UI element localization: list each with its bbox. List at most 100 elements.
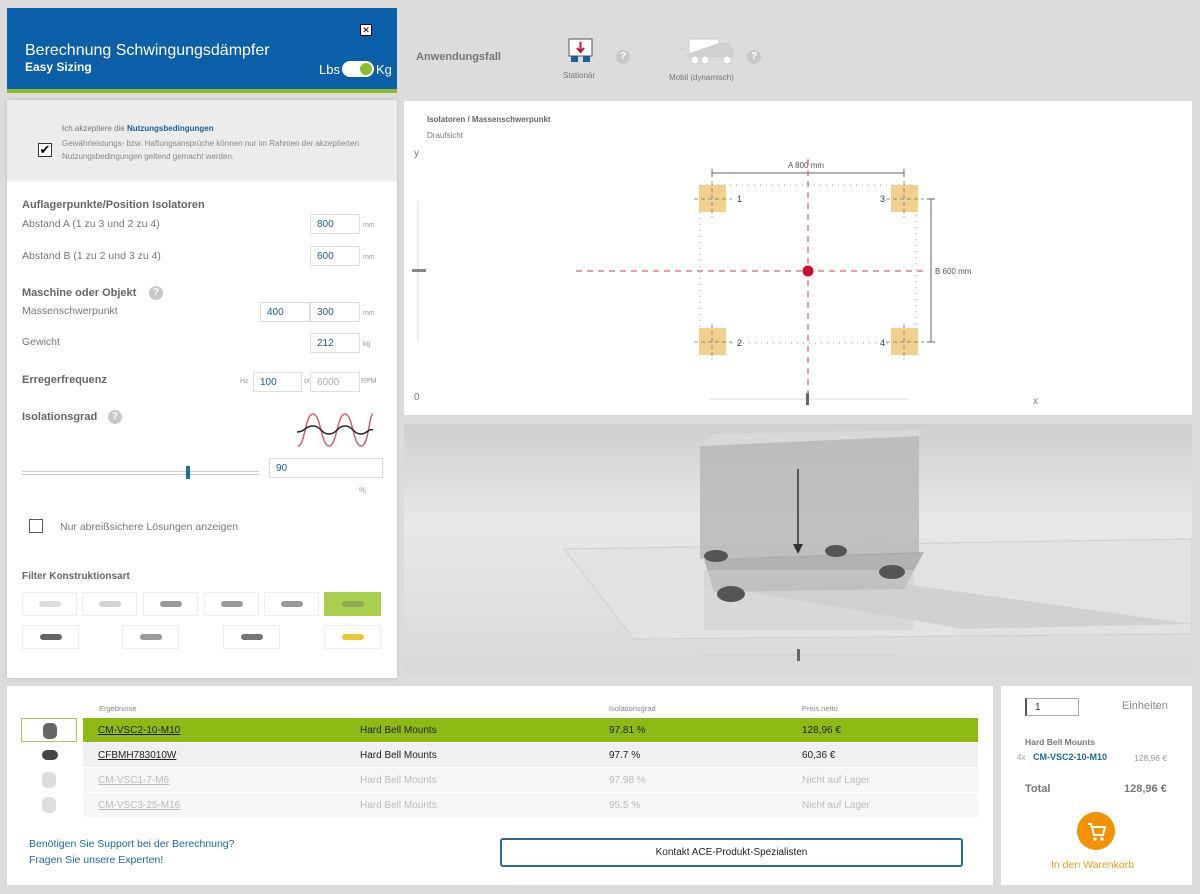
- quantity-input[interactable]: 1: [1025, 698, 1079, 716]
- help-icon[interactable]: ?: [149, 286, 163, 300]
- isolator-2[interactable]: [699, 328, 726, 355]
- filter-type-2[interactable]: [82, 592, 137, 616]
- distance-b-input[interactable]: 600: [310, 246, 360, 266]
- mobile-truck-icon[interactable]: [677, 37, 737, 65]
- result-row[interactable]: CM-VSC1-7-M6 Hard Bell Mounts 97.98 % Ni…: [83, 768, 978, 792]
- support-title: Auflagerpunkte/Position Isolatoren: [22, 199, 205, 211]
- center-of-gravity-marker[interactable]: [802, 265, 814, 277]
- product-type: Hard Bell Mounts: [360, 750, 437, 761]
- isolator-1[interactable]: [699, 185, 726, 212]
- filter-title: Filter Konstruktionsart: [22, 571, 130, 582]
- stationary-label[interactable]: Stationär: [563, 71, 595, 80]
- add-to-cart-label[interactable]: In den Warenkorb: [1051, 859, 1134, 871]
- product-thumbnail[interactable]: [21, 743, 77, 767]
- unit-lbs-label: Lbs: [319, 62, 340, 77]
- units-label: Einheiten: [1122, 700, 1168, 712]
- cart-group: Hard Bell Mounts: [1025, 737, 1095, 747]
- cg-x-input[interactable]: 400: [260, 302, 310, 322]
- results-panel: Ergebnisse Isolationsgrad Preis netto CM…: [7, 686, 993, 885]
- weight-input[interactable]: 212: [310, 333, 360, 353]
- terms-checkbox[interactable]: ✔: [38, 143, 52, 157]
- terms-section: ✔ Ich akzeptiere die Nutzungsbedingungen…: [7, 100, 397, 181]
- rpm-input[interactable]: 6000: [310, 372, 360, 392]
- product-code-link[interactable]: CFBMH783010W: [98, 750, 176, 761]
- contact-specialist-button[interactable]: Kontakt ACE-Produkt-Spezialisten: [500, 838, 963, 867]
- mobile-label[interactable]: Mobil (dynamisch): [669, 73, 734, 82]
- help-icon[interactable]: ?: [747, 50, 761, 64]
- terms-text: Ich akzeptiere die: [62, 124, 127, 133]
- result-row[interactable]: CFBMH783010W Hard Bell Mounts 97.7 % 60,…: [83, 743, 978, 767]
- application-title: Anwendungsfall: [416, 51, 501, 63]
- filter-type-10[interactable]: [324, 625, 381, 649]
- rpm-label: RPM: [361, 378, 377, 385]
- diagram-canvas: [412, 159, 935, 405]
- price-value: 128,96 €: [802, 725, 841, 736]
- cart-item-price: 128,96 €: [1134, 753, 1168, 763]
- product-thumbnail[interactable]: [21, 718, 77, 742]
- result-row[interactable]: CM-VSC3-25-M16 Hard Bell Mounts 95.5 % N…: [83, 793, 978, 817]
- unit-label: mm: [363, 254, 375, 261]
- machine-title: Maschine oder Objekt: [22, 287, 137, 299]
- isolation-value: 97.98 %: [609, 775, 646, 786]
- 3d-view[interactable]: [404, 424, 1192, 674]
- total-value: 128,96 €: [1124, 783, 1167, 795]
- stationary-icon[interactable]: [567, 37, 595, 65]
- hz-label: Hz: [240, 378, 249, 385]
- y-slider-handle[interactable]: [412, 269, 426, 272]
- cg-y-input[interactable]: 300: [310, 302, 360, 322]
- help-icon[interactable]: ?: [108, 410, 122, 424]
- input-panel: ✔ Ich akzeptiere die Nutzungsbedingungen…: [7, 100, 397, 678]
- cart-item-code[interactable]: CM-VSC2-10-M10: [1033, 752, 1107, 762]
- experts-link[interactable]: Fragen Sie unsere Experten!: [29, 854, 163, 866]
- unit-toggle[interactable]: [342, 61, 374, 77]
- product-code-link[interactable]: CM-VSC3-25-M16: [98, 800, 180, 811]
- isolation-value: 95.5 %: [609, 800, 641, 811]
- col-header-price: Preis netto: [802, 704, 838, 713]
- product-type: Hard Bell Mounts: [360, 725, 437, 736]
- rotation-slider-handle[interactable]: [797, 649, 800, 661]
- isolation-slider[interactable]: [22, 471, 259, 475]
- weight-label: Gewicht: [22, 336, 60, 348]
- filter-type-1[interactable]: [22, 592, 77, 616]
- distance-a-input[interactable]: 800: [310, 214, 360, 234]
- product-thumbnail[interactable]: [21, 793, 77, 817]
- hz-input[interactable]: 100: [253, 372, 302, 392]
- tearproof-checkbox[interactable]: [29, 519, 43, 533]
- price-value: Nicht auf Lager: [802, 800, 870, 811]
- slider-handle[interactable]: [186, 466, 190, 479]
- app-header: ✕ Berechnung Schwingungsdämpfer Easy Siz…: [7, 8, 397, 93]
- isolator-4[interactable]: [891, 328, 918, 355]
- isolator-3[interactable]: [891, 185, 918, 212]
- filter-type-3[interactable]: [143, 592, 198, 616]
- filter-type-5[interactable]: [264, 592, 319, 616]
- filter-type-6-selected[interactable]: [324, 592, 381, 616]
- isolation-input[interactable]: 90: [269, 458, 383, 478]
- cart-panel: 1 Einheiten Hard Bell Mounts 4x CM-VSC2-…: [1001, 686, 1192, 885]
- support-link[interactable]: Benötigen Sie Support bei der Berechnung…: [29, 838, 234, 850]
- filter-type-4[interactable]: [204, 592, 259, 616]
- app-title: Berechnung Schwingungsdämpfer: [25, 42, 270, 59]
- unit-kg-label: Kg: [376, 62, 392, 77]
- product-type: Hard Bell Mounts: [360, 800, 437, 811]
- product-thumbnail[interactable]: [21, 768, 77, 792]
- filter-type-7[interactable]: [22, 625, 79, 649]
- filter-type-8[interactable]: [122, 625, 179, 649]
- filter-type-9[interactable]: [223, 625, 280, 649]
- isolation-value: 97.7 %: [609, 750, 641, 761]
- total-label: Total: [1025, 783, 1051, 795]
- unit-label: kg: [363, 341, 371, 348]
- product-code-link[interactable]: CM-VSC2-10-M10: [98, 725, 180, 736]
- terms-note: Gewährleistungs- bzw. Haftungsansprüche …: [62, 139, 360, 161]
- vibration-wave-icon: [296, 413, 374, 447]
- cart-icon: [1088, 823, 1107, 841]
- 3d-scene: [562, 430, 1192, 661]
- add-to-cart-button[interactable]: [1077, 812, 1115, 850]
- distance-a-label: Abstand A (1 zu 3 und 2 zu 4): [22, 218, 160, 230]
- result-row[interactable]: CM-VSC2-10-M10 Hard Bell Mounts 97.81 % …: [83, 718, 978, 742]
- product-code-link[interactable]: CM-VSC1-7-M6: [98, 775, 169, 786]
- help-icon[interactable]: ?: [616, 50, 630, 64]
- close-icon[interactable]: ✕: [360, 24, 372, 36]
- terms-link[interactable]: Nutzungsbedingungen: [127, 124, 214, 133]
- app-subtitle: Easy Sizing: [25, 60, 92, 74]
- col-header-results: Ergebnisse: [99, 704, 137, 713]
